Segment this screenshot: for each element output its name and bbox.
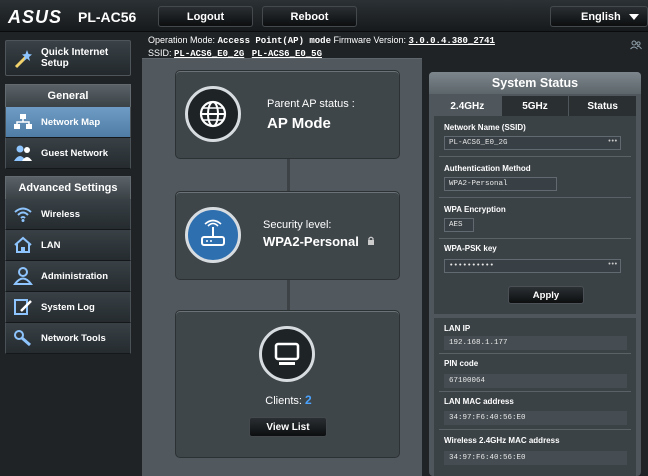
quick-internet-setup-button[interactable]: Quick Internet Setup bbox=[5, 40, 131, 76]
wireless-mac-value: 34:97:F6:40:56:E0 bbox=[444, 451, 627, 465]
tab-5ghz[interactable]: 5GHz bbox=[501, 96, 570, 116]
more-icon: ••• bbox=[607, 138, 618, 146]
monitor-icon bbox=[259, 326, 315, 382]
sidebar-item-label: Guest Network bbox=[41, 147, 109, 159]
users-icon[interactable] bbox=[630, 40, 642, 50]
clients-row: Clients: 2 bbox=[176, 393, 401, 407]
auth-method-label: Authentication Method bbox=[444, 164, 531, 173]
ap-status-value: AP Mode bbox=[267, 115, 331, 132]
sidebar-item-label: Network Tools bbox=[41, 332, 106, 344]
sidebar-item-label: Administration bbox=[41, 270, 109, 282]
sidebar-item-guest-network[interactable]: Guest Network bbox=[5, 138, 131, 169]
reboot-button[interactable]: Reboot bbox=[262, 6, 357, 27]
language-value: English bbox=[581, 10, 621, 23]
sidebar-item-network-tools[interactable]: Network Tools bbox=[5, 323, 131, 354]
chevron-down-icon bbox=[629, 14, 639, 20]
wireless-settings-pane: Network Name (SSID) PL-ACS6_E0_2G ••• Au… bbox=[434, 116, 636, 314]
sidebar-item-label: Network Map bbox=[41, 116, 101, 128]
lan-ip-value: 192.168.1.177 bbox=[444, 336, 627, 350]
tab-2-4ghz[interactable]: 2.4GHz bbox=[434, 96, 502, 116]
guest-network-icon bbox=[12, 143, 34, 163]
sidebar-item-lan[interactable]: LAN bbox=[5, 230, 131, 261]
security-level-value: WPA2-Personal bbox=[263, 234, 359, 249]
more-icon: ••• bbox=[607, 261, 618, 269]
wpa-encryption-label: WPA Encryption bbox=[444, 205, 506, 214]
router-icon bbox=[185, 207, 241, 263]
clients-label: Clients: bbox=[265, 395, 302, 407]
lock-icon bbox=[367, 233, 375, 245]
divider bbox=[439, 156, 631, 157]
system-status-panel: System Status 2.4GHz 5GHz Status Network… bbox=[429, 72, 641, 476]
advanced-section-header: Advanced Settings bbox=[5, 176, 131, 200]
logout-button[interactable]: Logout bbox=[158, 6, 253, 27]
pin-code-label: PIN code bbox=[444, 359, 479, 368]
wpa-encryption-select[interactable]: AES bbox=[444, 218, 474, 232]
ssid-label: SSID: bbox=[148, 48, 172, 58]
sidebar-item-wireless[interactable]: Wireless bbox=[5, 199, 131, 230]
sidebar-item-network-map[interactable]: Network Map bbox=[5, 107, 131, 138]
psk-key-value: •••••••••• bbox=[449, 262, 495, 270]
op-mode-label: Operation Mode: bbox=[148, 35, 216, 45]
magic-wand-icon bbox=[12, 48, 34, 70]
parent-ap-card[interactable]: Parent AP status : AP Mode bbox=[175, 70, 400, 159]
security-level-label: Security level: bbox=[263, 219, 332, 231]
home-icon bbox=[12, 235, 34, 255]
quick-internet-setup-label: Quick Internet Setup bbox=[41, 47, 109, 69]
device-info-pane: LAN IP 192.168.1.177 PIN code 67100064 L… bbox=[434, 318, 636, 476]
connector-line bbox=[287, 280, 290, 310]
lan-ip-label: LAN IP bbox=[444, 324, 471, 333]
log-edit-icon bbox=[12, 297, 34, 317]
apply-button[interactable]: Apply bbox=[508, 286, 584, 304]
general-section-header: General bbox=[5, 84, 131, 108]
lan-mac-label: LAN MAC address bbox=[444, 397, 514, 406]
network-map-icon bbox=[12, 112, 34, 132]
fw-value[interactable]: 3.0.0.4.380_2741 bbox=[409, 36, 495, 46]
sidebar-item-label: Wireless bbox=[41, 208, 80, 220]
admin-user-icon bbox=[12, 266, 34, 286]
divider bbox=[439, 353, 631, 354]
view-list-button[interactable]: View List bbox=[249, 417, 327, 437]
sidebar-item-administration[interactable]: Administration bbox=[5, 261, 131, 292]
asus-logo: ASUS bbox=[8, 7, 63, 27]
lan-mac-value: 34:97:F6:40:56:E0 bbox=[444, 411, 627, 425]
divider bbox=[439, 238, 631, 239]
ssid-field-label: Network Name (SSID) bbox=[444, 123, 526, 132]
system-status-title: System Status bbox=[429, 72, 641, 94]
fw-label: Firmware Version: bbox=[333, 35, 407, 45]
auth-method-select[interactable]: WPA2-Personal bbox=[444, 177, 557, 191]
ssid-input-value: PL-ACS6_E0_2G bbox=[449, 139, 508, 147]
security-card[interactable]: Security level: WPA2-Personal bbox=[175, 191, 400, 280]
tools-icon bbox=[12, 328, 34, 348]
tab-status[interactable]: Status bbox=[569, 96, 637, 116]
psk-key-label: WPA-PSK key bbox=[444, 244, 497, 253]
clients-card[interactable]: Clients: 2 View List bbox=[175, 310, 400, 458]
sidebar-item-system-log[interactable]: System Log bbox=[5, 292, 131, 323]
wireless-mac-label: Wireless 2.4GHz MAC address bbox=[444, 436, 560, 445]
sidebar-item-label: System Log bbox=[41, 301, 95, 313]
divider bbox=[439, 391, 631, 392]
psk-key-input[interactable]: •••••••••• ••• bbox=[444, 259, 621, 273]
op-mode-value[interactable]: Access Point(AP) mode bbox=[218, 36, 331, 46]
model-name: PL-AC56 bbox=[78, 9, 137, 25]
divider bbox=[439, 429, 631, 430]
ssid-input[interactable]: PL-ACS6_E0_2G ••• bbox=[444, 136, 621, 150]
top-bar: ASUS PL-AC56 Logout Reboot English bbox=[0, 0, 648, 32]
connector-line bbox=[287, 159, 290, 191]
pin-code-value: 67100064 bbox=[444, 374, 627, 388]
divider bbox=[439, 197, 631, 198]
globe-icon bbox=[185, 86, 241, 142]
wifi-icon bbox=[12, 204, 34, 224]
language-select[interactable]: English bbox=[550, 6, 648, 27]
ap-status-label: Parent AP status : bbox=[267, 98, 355, 110]
sidebar-item-label: LAN bbox=[41, 239, 61, 251]
info-bar: Operation Mode: Access Point(AP) mode Fi… bbox=[148, 34, 495, 60]
status-tabs: 2.4GHz 5GHz Status bbox=[434, 96, 637, 116]
clients-count[interactable]: 2 bbox=[305, 393, 312, 407]
